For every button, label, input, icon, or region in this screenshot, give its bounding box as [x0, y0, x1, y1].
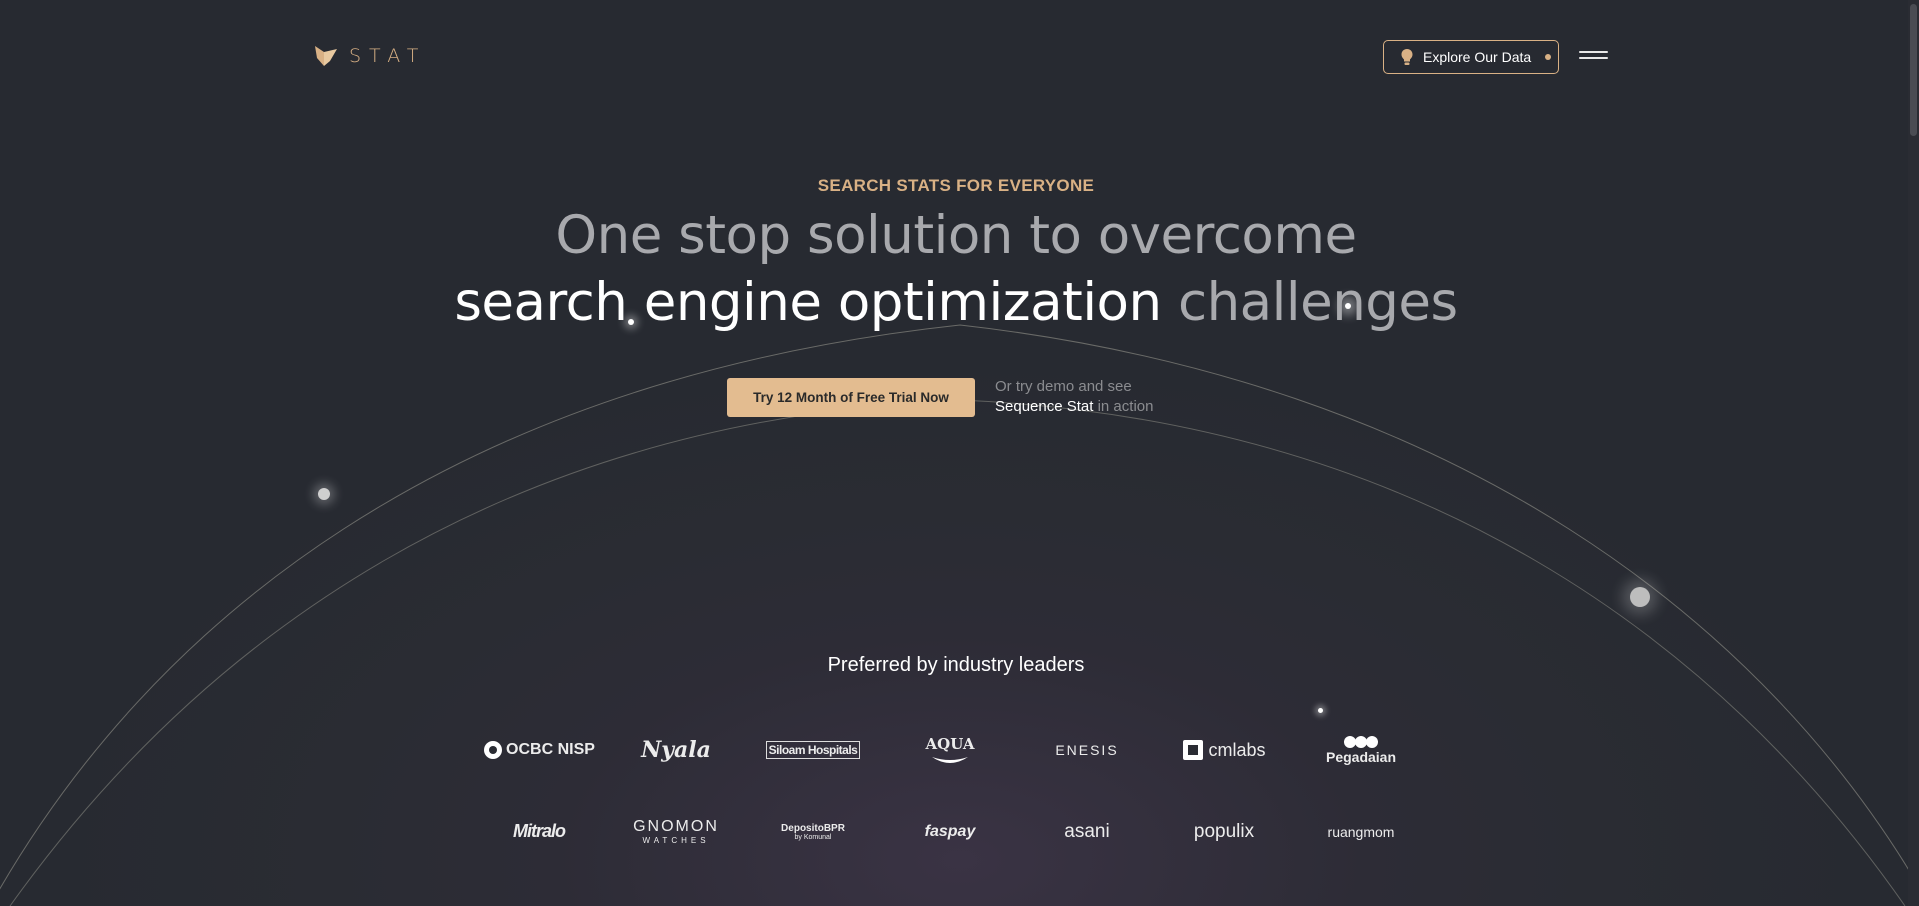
hero-headline-line1: One stop solution to overcome	[555, 205, 1357, 266]
leaders-title: Preferred by industry leaders	[827, 654, 1085, 676]
client-logos-row-1: OCBC NISP Nyala Siloam Hospitals AQUA EN…	[480, 735, 1420, 765]
client-logo-nyala: Nyala	[641, 737, 711, 763]
demo-line2: Sequence Stat in action	[995, 397, 1153, 417]
lightbulb-icon	[1401, 49, 1413, 65]
client-logo-enesis: ENESIS	[1055, 742, 1119, 758]
client-logo-ruangmom: ruangmom	[1327, 823, 1395, 840]
client-logo-mitralo: Mitralo	[512, 821, 566, 841]
demo-suffix: in action	[1093, 398, 1154, 415]
client-logo-siloam: Siloam Hospitals	[754, 741, 872, 759]
headline-emphasis: search engine optimization	[454, 272, 1162, 333]
client-logos-row-2: Mitralo GNOMON WATCHES DepositoBPR by Ko…	[480, 818, 1420, 845]
client-logo-pegadaian: Pegadaian	[1302, 735, 1420, 765]
site-logo[interactable]: STAT	[313, 43, 426, 69]
client-logo-populix: populix	[1193, 820, 1255, 842]
cmlabs-icon	[1183, 740, 1204, 760]
orbit-arcs	[0, 324, 1919, 906]
demo-link[interactable]: Sequence Stat	[995, 398, 1093, 415]
page-scrollbar[interactable]	[1908, 0, 1919, 906]
client-logo-gnomon: GNOMON WATCHES	[633, 818, 719, 845]
explore-data-button[interactable]: Explore Our Data	[1383, 40, 1559, 74]
demo-prompt: Or try demo and see Sequence Stat in act…	[995, 377, 1153, 417]
client-logo-depositobpr: DepositoBPR by Komunal	[781, 822, 845, 841]
free-trial-button[interactable]: Try 12 Month of Free Trial Now	[727, 378, 975, 417]
logo-wordmark: STAT	[349, 45, 427, 67]
sparkle	[318, 488, 330, 500]
client-logo-asani: asani	[1064, 820, 1110, 842]
client-logo-ocbc: OCBC NISP	[480, 740, 598, 760]
sparkle	[1318, 708, 1323, 713]
scrollbar-thumb[interactable]	[1910, 4, 1917, 136]
explore-data-label: Explore Our Data	[1423, 49, 1532, 65]
hero-headline-line2: search engine optimization challenges	[0, 272, 1912, 333]
ocbc-icon	[484, 741, 503, 759]
wave-icon	[932, 757, 968, 763]
status-dot	[1545, 54, 1552, 60]
client-logo-cmlabs: cmlabs	[1165, 739, 1283, 761]
client-logo-aqua: AQUA	[891, 735, 1009, 765]
headline-rest: challenges	[1177, 272, 1458, 333]
client-logo-faspay: faspay	[924, 822, 976, 840]
hero-eyebrow: SEARCH STATS FOR EVERYONE	[817, 176, 1095, 195]
pegadaian-icon	[1344, 736, 1378, 748]
sparkle	[1630, 587, 1650, 607]
hamburger-menu-icon[interactable]	[1579, 51, 1608, 63]
demo-line1: Or try demo and see	[995, 378, 1132, 395]
stat-logo-icon	[315, 46, 337, 66]
